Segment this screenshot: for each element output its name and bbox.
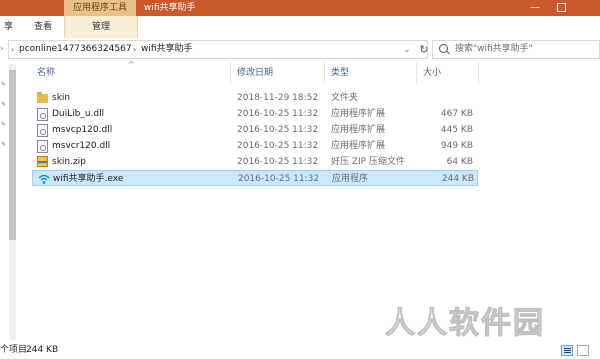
column-header-modified[interactable]: 修改日期 (237, 62, 273, 84)
address-bar[interactable]: › pconline1477366324567 › wifi共享助手 ⌄ ↻ (8, 40, 431, 59)
file-name[interactable]: msvcp120.dll (52, 122, 112, 138)
file-modified: 2016-10-25 11:32 (238, 174, 320, 184)
breadcrumb-current[interactable]: wifi共享助手 (141, 41, 193, 58)
minimize-button[interactable]: — (522, 0, 548, 16)
search-box[interactable] (432, 40, 600, 59)
file-name[interactable]: DuiLib_u.dll (52, 106, 104, 122)
search-input[interactable] (455, 42, 595, 56)
tab-view[interactable]: 查看 (34, 16, 52, 38)
column-header-type[interactable]: 类型 (331, 62, 349, 84)
status-bar: 个项目 244 KB (0, 342, 600, 359)
file-name[interactable]: skin (52, 90, 70, 106)
address-dropdown-icon[interactable]: ⌄ (401, 41, 413, 58)
title-bar: 应用程序工具 wifi共享助手 — (0, 0, 600, 16)
watermark-text: 人人软件园 (385, 306, 545, 342)
window-title: wifi共享助手 (144, 3, 196, 13)
file-row[interactable]: skin 2018-11-29 18:52 文件夹 (32, 90, 478, 106)
column-header-size[interactable]: 大小 (423, 62, 441, 84)
folder-icon (37, 92, 48, 103)
maximize-button[interactable] (548, 0, 574, 16)
contextual-tab-app-tools[interactable]: 应用程序工具 (64, 0, 136, 16)
dll-file-icon (37, 124, 48, 137)
pin-icon[interactable]: ✎ (1, 102, 6, 108)
column-divider[interactable] (324, 62, 325, 84)
file-name[interactable]: skin.zip (52, 154, 86, 170)
refresh-icon[interactable]: ↻ (417, 41, 431, 58)
ribbon-tabs: 享 查看 管理 (0, 16, 600, 39)
pin-icon[interactable]: ✎ (1, 142, 6, 148)
breadcrumb-separator-icon[interactable]: › (133, 41, 136, 58)
file-modified: 2016-10-25 11:32 (237, 141, 319, 151)
close-button[interactable] (574, 0, 600, 16)
zip-archive-icon (37, 156, 48, 167)
breadcrumb-parent[interactable]: pconline1477366324567 (19, 41, 132, 58)
search-icon (439, 44, 448, 53)
file-row[interactable]: msvcr120.dll 2016-10-25 11:32 应用程序扩展 949… (32, 138, 478, 154)
status-item-count: 个项目 (0, 345, 28, 355)
column-divider[interactable] (230, 62, 231, 84)
file-modified: 2016-10-25 11:32 (237, 157, 319, 167)
details-view-button[interactable] (561, 345, 573, 356)
file-size: 64 KB (446, 157, 473, 167)
maximize-icon (556, 2, 566, 12)
nav-scrollbar-thumb[interactable] (9, 70, 16, 240)
file-name[interactable]: msvcr120.dll (52, 138, 110, 154)
file-size: 467 KB (440, 109, 473, 119)
file-row[interactable]: DuiLib_u.dll 2016-10-25 11:32 应用程序扩展 467… (32, 106, 478, 122)
nav-chevron-icon[interactable]: › (0, 42, 6, 56)
file-size: 445 KB (440, 125, 473, 135)
file-name[interactable]: wifi共享助手.exe (53, 171, 123, 187)
column-divider[interactable] (416, 62, 417, 84)
file-modified: 2016-10-25 11:32 (237, 109, 319, 119)
file-type: 应用程序 (332, 174, 369, 184)
tab-manage[interactable]: 管理 (64, 16, 138, 38)
sort-ascending-icon: ^ (128, 60, 135, 69)
nav-scrollbar[interactable] (9, 64, 16, 340)
window-controls: — (522, 0, 600, 16)
breadcrumb-separator-icon[interactable]: › (11, 41, 14, 58)
file-type: 应用程序扩展 (331, 109, 386, 119)
file-size: 949 KB (440, 141, 473, 151)
file-row[interactable]: msvcp120.dll 2016-10-25 11:32 应用程序扩展 445… (32, 122, 478, 138)
file-row[interactable]: skin.zip 2016-10-25 11:32 好压 ZIP 压缩文件 64… (32, 154, 478, 170)
wifi-app-icon (38, 174, 50, 184)
address-row: › › pconline1477366324567 › wifi共享助手 ⌄ ↻ (0, 38, 600, 60)
file-modified: 2018-11-29 18:52 (237, 93, 319, 103)
file-type: 好压 ZIP 压缩文件 (331, 157, 405, 167)
large-icons-view-button[interactable] (577, 345, 589, 356)
file-type: 应用程序扩展 (331, 141, 386, 151)
file-size: 244 KB (441, 174, 474, 184)
pin-icon[interactable]: ✎ (1, 82, 6, 88)
dll-file-icon (37, 140, 48, 153)
tab-share[interactable]: 享 (0, 16, 24, 38)
dll-file-icon (37, 108, 48, 121)
column-header-name[interactable]: 名称 (37, 62, 55, 84)
file-row-selected[interactable]: wifi共享助手.exe 2016-10-25 11:32 应用程序 244 K… (32, 170, 478, 186)
file-type: 应用程序扩展 (331, 125, 386, 135)
file-modified: 2016-10-25 11:32 (237, 125, 319, 135)
pin-icon[interactable]: ✎ (1, 122, 6, 128)
column-divider[interactable] (478, 62, 479, 84)
file-type: 文件夹 (331, 93, 359, 103)
status-selected-size: 244 KB (26, 345, 59, 355)
